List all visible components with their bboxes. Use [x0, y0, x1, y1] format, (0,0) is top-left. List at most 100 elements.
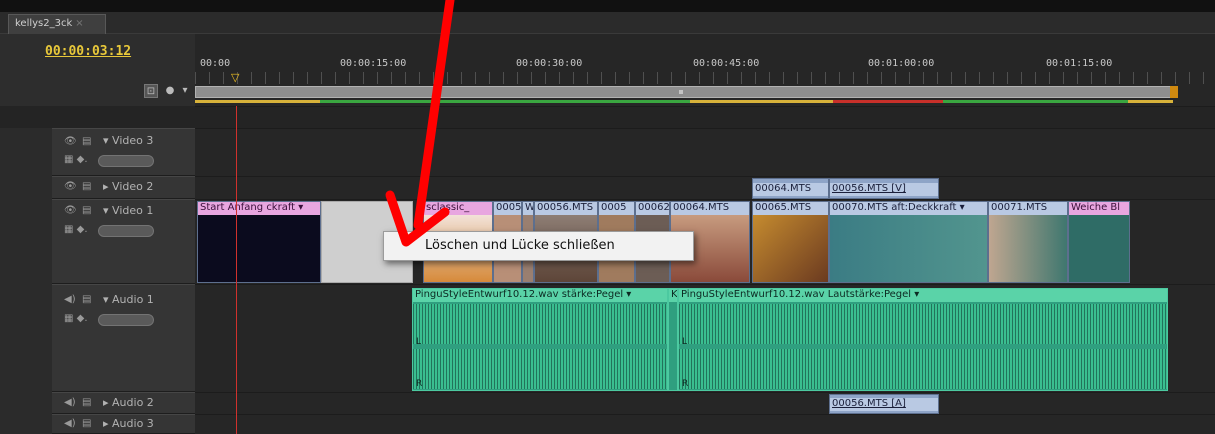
lock-icon[interactable]: ▤ — [82, 397, 91, 408]
track-name-label: Audio 3 — [112, 417, 154, 430]
video-clip[interactable]: 00056.MTS [V] — [829, 178, 939, 199]
clip-label: 00071.MTS — [989, 202, 1067, 215]
channel-right-label: R — [416, 379, 423, 389]
video-clip[interactable]: 00071.MTS — [988, 201, 1068, 283]
track-lane-audio3[interactable] — [195, 414, 1215, 434]
eye-icon[interactable]: 👁 — [64, 205, 77, 216]
clip-name: 00070.MTS — [832, 202, 889, 213]
ruler-label: 00:00 — [200, 58, 231, 69]
track-header-video3[interactable]: 👁 ▤ ▾ Video 3 ▦ ◆. — [0, 128, 195, 176]
tab-sequence[interactable]: kellys2_3ck × — [8, 14, 106, 34]
ruler-ticks — [195, 72, 1215, 84]
clip-label: PinguStyleEntwurf10.12.wav Lautstärke:Pe… — [679, 289, 1167, 302]
zoom-end-handle[interactable] — [1170, 86, 1178, 98]
audio-clip[interactable]: 00056.MTS [A] — [829, 394, 939, 414]
ruler-label: 00:01:15:00 — [1046, 58, 1113, 69]
track-name-label: Video 2 — [112, 180, 154, 193]
channel-left-label: L — [682, 337, 688, 347]
lock-icon[interactable]: ▤ — [82, 418, 91, 429]
track-name-label: Video 1 — [112, 204, 154, 217]
channel-right-label: R — [682, 379, 689, 389]
display-style-icon[interactable]: ▦ ◆. — [64, 154, 88, 165]
track-lane-video1[interactable]: Start Anfang ckraft ▾ sclassic_ 0005 W 0… — [195, 199, 1215, 284]
video-clip[interactable]: 00065.MTS — [752, 201, 829, 283]
window-top-strip — [0, 0, 1215, 12]
video-clip[interactable]: Weiche Bl — [1068, 201, 1130, 283]
clip-label: 0005 — [494, 202, 521, 215]
track-lane-video2[interactable]: 00064.MTS 00056.MTS [V] — [195, 176, 1215, 199]
eye-icon[interactable]: 👁 — [64, 136, 77, 147]
audio-clip[interactable]: PinguStyleEntwurf10.12.wav stärke:Pegel … — [412, 288, 668, 391]
marker-icon[interactable]: ● — [163, 84, 177, 98]
track-header-spacer — [0, 106, 195, 128]
track-header-audio1[interactable]: ◀) ▤ ▾ Audio 1 ▦ ◆. — [0, 284, 195, 392]
display-style-icon[interactable]: ▦ ◆. — [64, 224, 88, 235]
clip-label: sclassic_ — [424, 202, 492, 215]
video-clip[interactable]: 00070.MTS aft:Deckkraft ▾ — [829, 201, 988, 283]
close-icon[interactable]: × — [75, 18, 83, 29]
track-lane-audio2[interactable]: 00056.MTS [A] — [195, 392, 1215, 414]
lock-icon[interactable]: ▤ — [82, 294, 91, 305]
clip-name: Start Anfang — [200, 202, 264, 213]
track-name: ▸ Audio 3 — [103, 417, 154, 430]
lock-icon[interactable]: ▤ — [82, 205, 91, 216]
clip-label: W — [523, 202, 533, 215]
track-name: ▾ Video 3 — [103, 134, 154, 147]
premiere-timeline-window: kellys2_3ck × 00:00:03:12 ⊡ ● ▾ 00:00 00:… — [0, 0, 1215, 434]
clip-thumbnail — [198, 215, 320, 282]
clip-name: PinguStyleEntwurf10.12.wav — [415, 289, 559, 300]
keyframe-nav[interactable] — [98, 314, 154, 326]
waveform-right — [679, 349, 1167, 389]
waveform-left — [679, 304, 1167, 344]
speaker-icon[interactable]: ◀) — [64, 418, 76, 429]
zoom-grip[interactable] — [679, 90, 683, 94]
ruler-label: 00:00:30:00 — [516, 58, 583, 69]
track-header-video2[interactable]: 👁 ▤ ▸ Video 2 — [0, 176, 195, 199]
set-marker-icon[interactable]: ▾ — [178, 84, 192, 98]
clip-effect: ckraft ▾ — [266, 202, 304, 213]
current-timecode[interactable]: 00:00:03:12 — [45, 44, 131, 59]
snap-icon[interactable]: ⊡ — [144, 84, 158, 98]
clip-label: 00056.MTS — [535, 202, 597, 215]
clip-label: 0005 — [599, 202, 634, 215]
keyframe-nav[interactable] — [98, 225, 154, 237]
eye-icon[interactable]: 👁 — [64, 181, 77, 192]
waveform-right — [413, 349, 667, 389]
lock-icon[interactable]: ▤ — [82, 181, 91, 192]
clip-label: 00062 — [636, 202, 669, 215]
track-name: ▾ Audio 1 — [103, 293, 154, 306]
time-ruler[interactable]: 00:00 00:00:15:00 00:00:30:00 00:00:45:0… — [195, 34, 1215, 106]
track-name-label: Audio 2 — [112, 396, 154, 409]
track-lane-audio1[interactable]: PinguStyleEntwurf10.12.wav stärke:Pegel … — [195, 284, 1215, 392]
track-name-label: Video 3 — [112, 134, 154, 147]
display-style-icon[interactable]: ▦ ◆. — [64, 313, 88, 324]
playhead-handle-icon[interactable]: ▽ — [231, 72, 241, 84]
track-header-video1[interactable]: 👁 ▤ ▾ Video 1 ▦ ◆. — [0, 199, 195, 284]
channel-left-label: L — [416, 337, 422, 347]
track-header-audio3[interactable]: ◀) ▤ ▸ Audio 3 — [0, 414, 195, 434]
zoom-scroll-bar[interactable] — [195, 86, 1175, 98]
audio-clip[interactable]: K — [668, 288, 678, 391]
lock-icon[interactable]: ▤ — [82, 136, 91, 147]
video-clip[interactable]: Start Anfang ckraft ▾ — [197, 201, 321, 283]
clip-label: Start Anfang ckraft ▾ — [198, 202, 320, 215]
video-clip[interactable]: 00064.MTS — [752, 178, 829, 199]
context-menu: Löschen und Lücke schließen — [383, 231, 694, 261]
clip-effect: aft:Deckkraft ▾ — [891, 202, 965, 213]
render-bar — [943, 100, 1128, 103]
render-bar — [320, 100, 690, 103]
track-name-label: Audio 1 — [112, 293, 154, 306]
track-header-audio2[interactable]: ◀) ▤ ▸ Audio 2 — [0, 392, 195, 414]
playhead-line[interactable] — [236, 106, 237, 434]
track-lane-video3[interactable] — [195, 128, 1215, 176]
clip-label: Weiche Bl — [1069, 202, 1129, 215]
keyframe-nav[interactable] — [98, 155, 154, 167]
speaker-icon[interactable]: ◀) — [64, 294, 76, 305]
audio-clip[interactable]: PinguStyleEntwurf10.12.wav Lautstärke:Pe… — [678, 288, 1168, 391]
context-menu-item-ripple-delete[interactable]: Löschen und Lücke schließen — [425, 232, 693, 260]
speaker-icon[interactable]: ◀) — [64, 397, 76, 408]
clip-name: PinguStyleEntwurf10.12.wav — [681, 289, 825, 300]
clip-effect: Lautstärke:Pegel ▾ — [827, 289, 920, 300]
track-name: ▸ Audio 2 — [103, 396, 154, 409]
waveform-left — [413, 304, 667, 344]
